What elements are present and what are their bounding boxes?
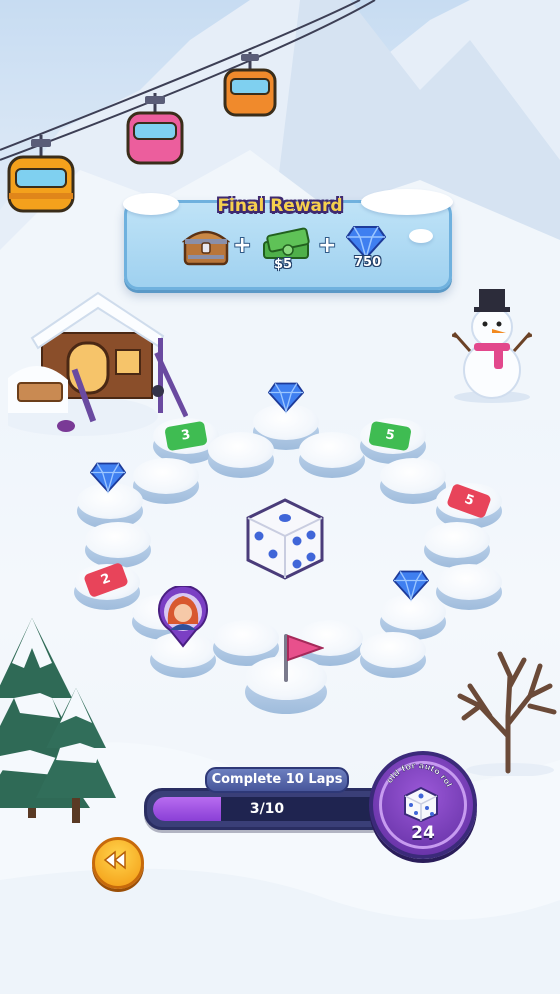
game-scene: Final Reward + $5 + 750 3 5 5 2 3/10 Com… bbox=[0, 0, 560, 994]
roll-count: 24 bbox=[411, 823, 435, 843]
cash-reward-label: $5 bbox=[274, 257, 293, 272]
board-tile bbox=[208, 432, 274, 478]
gondola-orange bbox=[223, 52, 277, 117]
rewind-icon bbox=[103, 850, 126, 870]
snow-cabin bbox=[8, 291, 188, 436]
player-avatar-pin bbox=[158, 586, 208, 648]
gem-reward-label: 750 bbox=[354, 255, 382, 270]
bare-winter-tree bbox=[457, 651, 557, 776]
hold-for-auto-roll-label: Hold for auto roll bbox=[377, 758, 454, 788]
blue-gem-icon bbox=[393, 570, 429, 602]
gondola-pink bbox=[126, 93, 184, 165]
board-tile bbox=[299, 432, 365, 478]
progress-text: 3/10 bbox=[249, 801, 285, 817]
dice-icon[interactable] bbox=[242, 496, 328, 582]
laps-progress-bar: 3/10 bbox=[144, 788, 390, 830]
plus-sign: + bbox=[318, 233, 337, 258]
final-reward-title: Final Reward bbox=[217, 196, 343, 216]
treasure-chest-icon bbox=[182, 230, 230, 266]
progress-title: Complete 10 Laps bbox=[205, 767, 349, 793]
back-button[interactable] bbox=[92, 837, 144, 889]
snowy-pine-trees bbox=[0, 618, 116, 823]
pink-flag-icon bbox=[284, 634, 324, 682]
blue-gem-icon bbox=[90, 462, 126, 494]
board-tile bbox=[85, 522, 151, 568]
svg-text:Hold for auto roll: Hold for auto roll bbox=[377, 758, 454, 788]
snowman bbox=[452, 289, 532, 403]
blue-gem-icon bbox=[346, 226, 386, 259]
plus-sign: + bbox=[233, 233, 252, 258]
board-tile bbox=[360, 632, 426, 678]
blue-gem-icon bbox=[268, 382, 304, 414]
dice-icon bbox=[404, 786, 438, 822]
board-tile bbox=[424, 522, 490, 568]
